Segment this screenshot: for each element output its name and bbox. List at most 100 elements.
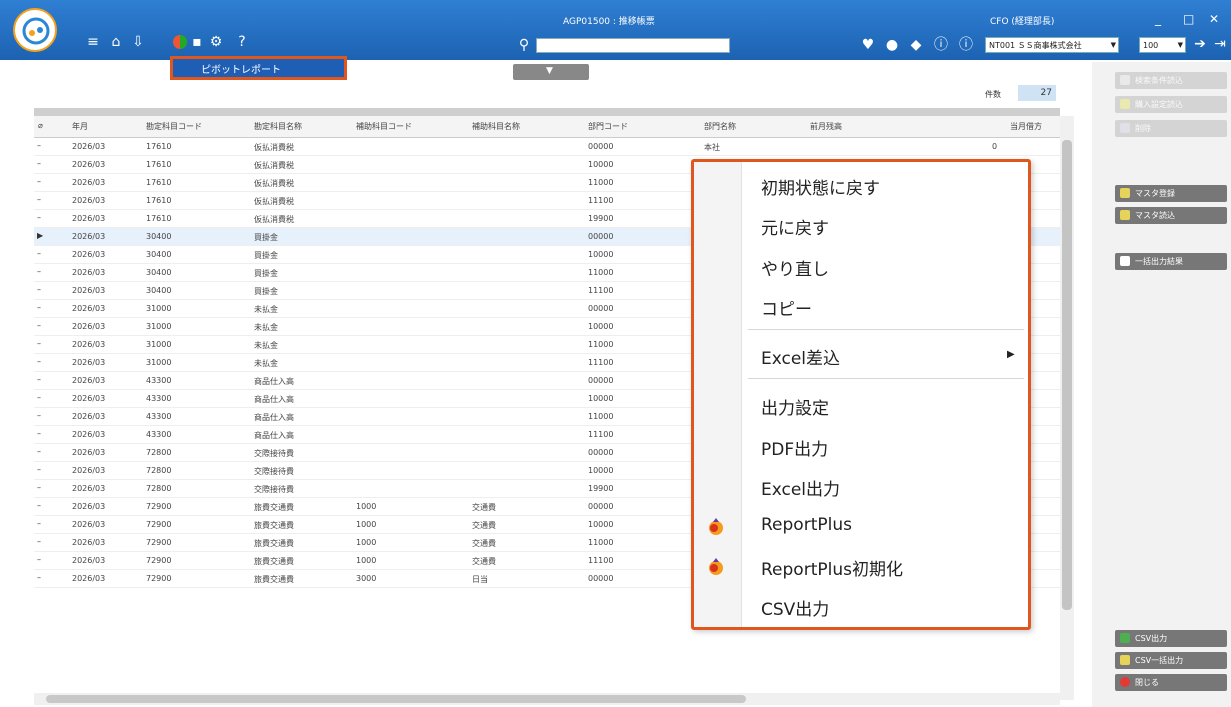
table-cell[interactable]: 72900	[146, 538, 171, 547]
heart-icon[interactable]: ♥	[860, 37, 876, 53]
table-cell[interactable]: 11000	[588, 340, 613, 349]
header-cell[interactable]: 勘定科目コード	[146, 121, 202, 132]
table-cell[interactable]: 未払金	[254, 340, 278, 351]
table-cell[interactable]: 未払金	[254, 304, 278, 315]
table-cell[interactable]: 10000	[588, 250, 613, 259]
table-cell[interactable]: 30400	[146, 268, 171, 277]
table-cell[interactable]: 2026/03	[72, 268, 105, 277]
table-cell[interactable]: 1000	[356, 538, 376, 547]
menu-item-csv-output[interactable]: CSV出力	[761, 595, 829, 620]
menu-item-pdf-output[interactable]: PDF出力	[761, 435, 828, 460]
table-cell[interactable]: 日当	[472, 574, 488, 585]
load-settings-button[interactable]: 購入設定読込	[1115, 96, 1227, 113]
table-cell[interactable]: 31000	[146, 340, 171, 349]
table-cell[interactable]: 2026/03	[72, 412, 105, 421]
table-cell[interactable]: 仮払消費税	[254, 160, 294, 171]
table-cell[interactable]: 72900	[146, 556, 171, 565]
table-cell[interactable]: 11000	[588, 178, 613, 187]
menu-item-reportplus[interactable]: ReportPlus	[761, 515, 852, 535]
table-cell[interactable]: 17610	[146, 178, 171, 187]
header-cell[interactable]: 部門コード	[588, 121, 628, 132]
table-cell[interactable]: 72900	[146, 574, 171, 583]
menu-item-output-settings[interactable]: 出力設定	[761, 394, 829, 419]
table-cell[interactable]: 1000	[356, 556, 376, 565]
table-cell[interactable]: 買掛金	[254, 286, 278, 297]
table-cell[interactable]: 11000	[588, 268, 613, 277]
table-cell[interactable]: 交通費	[472, 502, 496, 513]
table-cell[interactable]: 10000	[588, 520, 613, 529]
table-row[interactable]: – 2026/03 17610 仮払消費税 00000 本社 0	[34, 138, 1060, 156]
zoom-select[interactable]: 100 ▼	[1139, 37, 1186, 53]
info-icon[interactable]: ⓘ	[933, 37, 949, 53]
table-cell[interactable]: 商品仕入高	[254, 394, 294, 405]
table-cell[interactable]: 72800	[146, 484, 171, 493]
menu-item-copy[interactable]: コピー	[761, 295, 812, 320]
load-search-button[interactable]: 検索条件読込	[1115, 72, 1227, 89]
table-cell[interactable]: 2026/03	[72, 214, 105, 223]
close-button[interactable]: 閉じる	[1115, 674, 1227, 691]
table-cell[interactable]: 31000	[146, 322, 171, 331]
table-cell[interactable]: 10000	[588, 466, 613, 475]
master-load-button[interactable]: マスタ読込	[1115, 207, 1227, 224]
master-register-button[interactable]: マスタ登録	[1115, 185, 1227, 202]
table-cell[interactable]: 2026/03	[72, 556, 105, 565]
table-cell[interactable]: 2026/03	[72, 178, 105, 187]
vertical-scroll-thumb[interactable]	[1062, 140, 1072, 610]
menu-item-reportplus-init[interactable]: ReportPlus初期化	[761, 555, 903, 580]
table-cell[interactable]: 11100	[588, 358, 613, 367]
table-cell[interactable]: 11100	[588, 430, 613, 439]
table-cell[interactable]: 0	[992, 142, 997, 151]
table-cell[interactable]: 2026/03	[72, 376, 105, 385]
table-cell[interactable]: 30400	[146, 250, 171, 259]
table-cell[interactable]: 2026/03	[72, 466, 105, 475]
table-cell[interactable]: 交通費	[472, 538, 496, 549]
table-cell[interactable]: 2026/03	[72, 340, 105, 349]
table-cell[interactable]: 旅費交通費	[254, 556, 294, 567]
table-cell[interactable]: 19900	[588, 214, 613, 223]
gear-icon[interactable]: ⚙	[208, 34, 224, 50]
table-cell[interactable]: 2026/03	[72, 502, 105, 511]
table-cell[interactable]: 2026/03	[72, 358, 105, 367]
close-icon[interactable]: ✕	[1209, 12, 1219, 26]
table-cell[interactable]: 11100	[588, 556, 613, 565]
menu-item-reset[interactable]: 初期状態に戻す	[761, 174, 880, 199]
table-cell[interactable]: 商品仕入高	[254, 430, 294, 441]
table-cell[interactable]: 11100	[588, 286, 613, 295]
header-cell[interactable]: 前月残高	[810, 121, 842, 132]
table-cell[interactable]: 00000	[588, 142, 613, 151]
app-logo[interactable]	[13, 8, 57, 52]
table-cell[interactable]: 00000	[588, 232, 613, 241]
table-cell[interactable]: 本社	[704, 142, 720, 153]
table-cell[interactable]: 1000	[356, 520, 376, 529]
globe-icon[interactable]: ●	[884, 37, 900, 53]
table-cell[interactable]: 43300	[146, 430, 171, 439]
table-cell[interactable]: 交際接待費	[254, 466, 294, 477]
pivot-report-icon[interactable]	[172, 34, 188, 50]
table-cell[interactable]: 72800	[146, 466, 171, 475]
table-cell[interactable]: 交通費	[472, 520, 496, 531]
table-cell[interactable]: 交際接待費	[254, 484, 294, 495]
menu-icon[interactable]: ≡	[85, 34, 101, 50]
table-cell[interactable]: 仮払消費税	[254, 196, 294, 207]
search-input[interactable]	[536, 38, 730, 53]
table-cell[interactable]: 00000	[588, 448, 613, 457]
menu-item-excel-merge[interactable]: Excel差込	[761, 344, 840, 369]
table-cell[interactable]: 1000	[356, 502, 376, 511]
csv-output-button[interactable]: CSV出力	[1115, 630, 1227, 647]
table-cell[interactable]: 2026/03	[72, 304, 105, 313]
table-cell[interactable]: 72800	[146, 448, 171, 457]
download-icon[interactable]: ⇩	[130, 34, 146, 50]
delete-button[interactable]: 削除	[1115, 120, 1227, 137]
table-cell[interactable]: 2026/03	[72, 448, 105, 457]
table-cell[interactable]: 30400	[146, 286, 171, 295]
table-cell[interactable]: 2026/03	[72, 322, 105, 331]
table-cell[interactable]: 旅費交通費	[254, 520, 294, 531]
table-cell[interactable]: 10000	[588, 160, 613, 169]
maximize-icon[interactable]: □	[1183, 12, 1194, 26]
table-cell[interactable]: 43300	[146, 412, 171, 421]
table-cell[interactable]: 商品仕入高	[254, 376, 294, 387]
table-cell[interactable]: 未払金	[254, 322, 278, 333]
table-cell[interactable]: 31000	[146, 304, 171, 313]
table-cell[interactable]: 旅費交通費	[254, 574, 294, 585]
table-cell[interactable]: 11100	[588, 196, 613, 205]
